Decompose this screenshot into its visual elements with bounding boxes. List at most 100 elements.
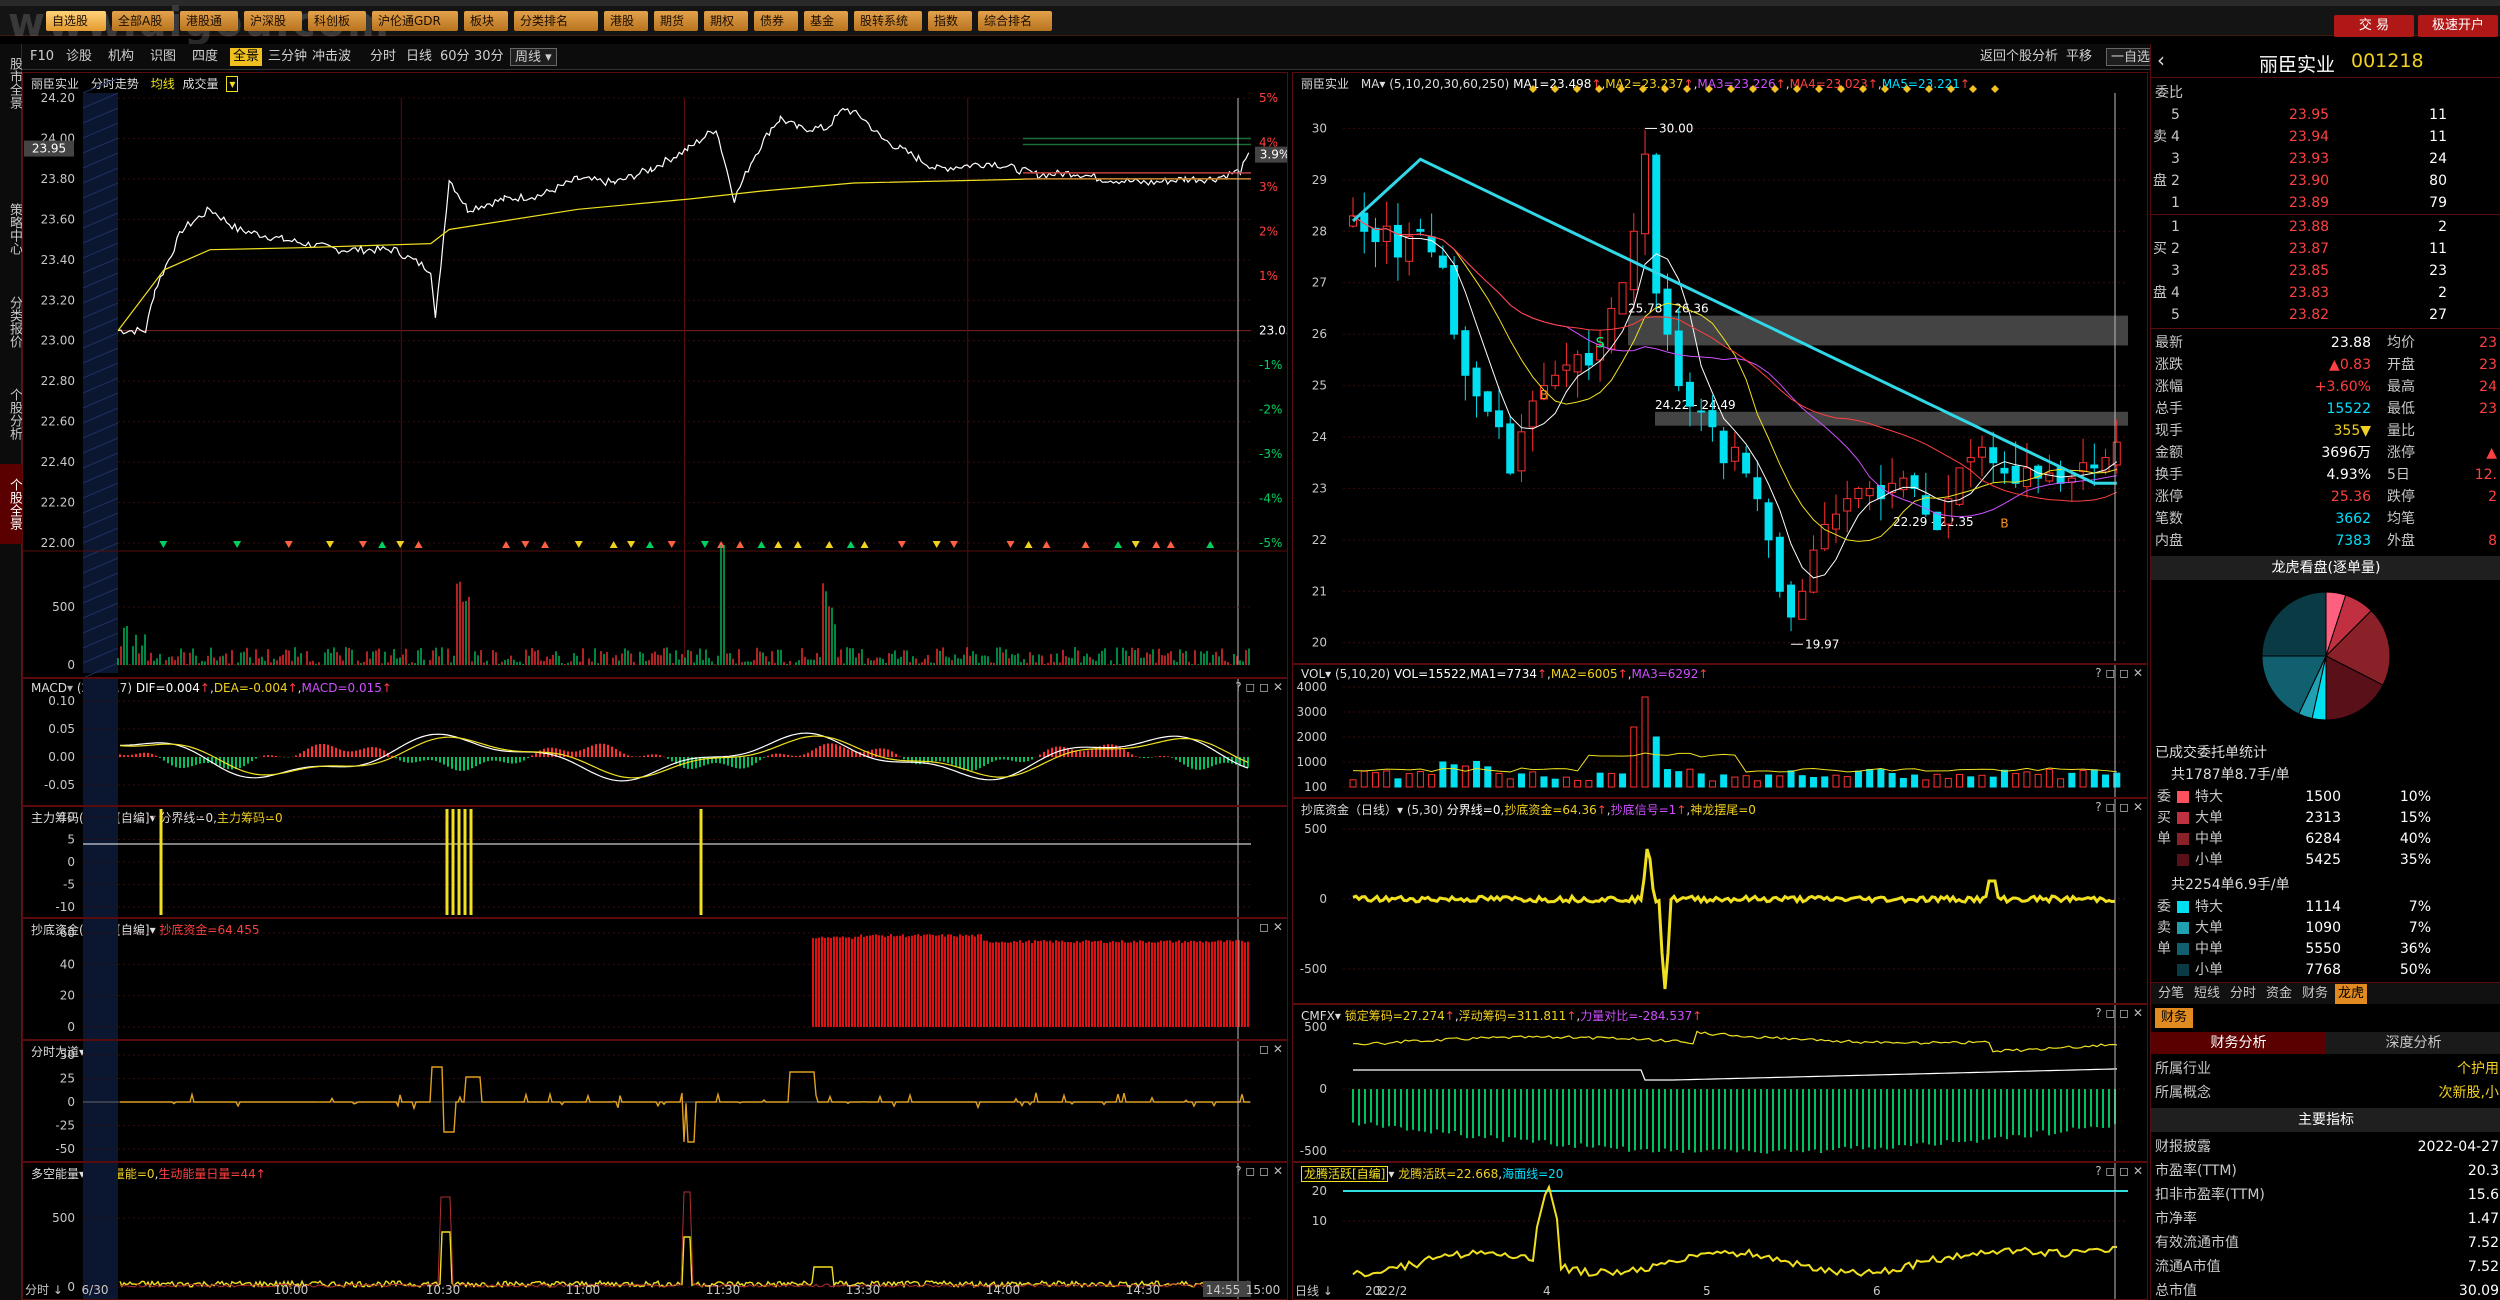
cdzj-panel[interactable]: 抄底资金(分时) [自编]▾ 抄底资金=64.455 ◻ ✕ 60 40 20 0: [22, 918, 1288, 1040]
diamond-marker: [1529, 85, 1537, 93]
sell-side-label: 盘: [2153, 173, 2167, 189]
menu-item-2[interactable]: 港股通: [180, 11, 238, 31]
kvol-bar: [2045, 768, 2053, 788]
sell-order-side: 卖: [2157, 920, 2171, 936]
quote-tab-4[interactable]: 财务: [2299, 984, 2331, 1004]
lthy-chart-svg: 20 10 2022/23 4 5 6 日线 ↓: [1295, 1163, 2128, 1299]
buy-level: 1: [2171, 219, 2180, 235]
menu-item-8[interactable]: 港股: [604, 11, 648, 31]
menu-item-13[interactable]: 股转系统: [854, 11, 922, 31]
quote-tab-2[interactable]: 分时: [2227, 984, 2259, 1004]
trade-button[interactable]: 交 易: [2334, 15, 2414, 37]
kline-panel[interactable]: 丽臣实业 MA▾ (5,10,20,30,60,250) MA1=23.498↑…: [1292, 72, 2148, 664]
kvol-bar: [1877, 768, 1885, 788]
macd-panel[interactable]: MACD▾ (20,10,7) DIF=0.004↑,DEA=-0.004↑,M…: [22, 678, 1288, 806]
kvol-bar: [1506, 778, 1514, 788]
time-label: 14:00: [986, 1283, 1021, 1297]
toolbar-right-0[interactable]: 返回个股分析: [1980, 48, 2058, 66]
diamond-marker: [1859, 85, 1867, 93]
candle-body: [1506, 423, 1515, 474]
zlcm-chart-svg: 10 5 0 -5 -10: [55, 807, 1251, 917]
menu-item-3[interactable]: 沪深股: [244, 11, 302, 31]
menu-item-5[interactable]: 沪伦通GDR: [372, 11, 458, 31]
signal-marker: [502, 541, 511, 548]
toolbar-item-7[interactable]: 冲击波: [312, 48, 351, 66]
menu-item-15[interactable]: 综合排名: [978, 11, 1052, 31]
vtab-4[interactable]: 个股全景: [0, 464, 22, 544]
toolbar-right-1[interactable]: 平移: [2066, 48, 2092, 66]
pct-tick: 3%: [1259, 180, 1278, 194]
vtab-3[interactable]: 个股分析: [0, 374, 22, 454]
fsld-panel[interactable]: 分时力道▾ 0 ◻ ✕ 50250-25-50: [22, 1040, 1288, 1162]
toolbar-item-1[interactable]: 诊股: [66, 48, 92, 66]
candle-body: [1562, 364, 1571, 371]
menu-item-4[interactable]: 科创板: [308, 11, 366, 31]
vtab-1[interactable]: 策略中心: [0, 194, 22, 264]
kcdzj-tick: 0: [1319, 892, 1327, 906]
back-chevron-icon[interactable]: ‹: [2157, 48, 2165, 72]
pct-tick: 2%: [1259, 225, 1278, 239]
dkn-panel[interactable]: 多空能量▾ 多头量能=0,生动能量日量=44↑ ? ◻ ◻ ✕ 500 0 6/30…: [22, 1162, 1288, 1300]
lo-label: 19.97: [1805, 637, 1839, 651]
quote-tab-5[interactable]: 龙虎: [2335, 984, 2368, 1004]
deep-analysis-tab[interactable]: 深度分析: [2326, 1032, 2500, 1054]
toolbar-item-10[interactable]: 60分: [440, 48, 470, 66]
kvol-bar: [1810, 777, 1818, 788]
quote-tab-3[interactable]: 资金: [2263, 984, 2295, 1004]
toolbar-item-11[interactable]: 30分: [474, 48, 504, 66]
quote-tab-0[interactable]: 分笔: [2155, 984, 2187, 1004]
stat-value: ▲0.83: [2329, 357, 2371, 373]
toolbar-item-2[interactable]: 机构: [108, 48, 134, 66]
toolbar-item-3[interactable]: 识图: [150, 48, 176, 66]
sell-order-pct: 7%: [2408, 899, 2431, 915]
menu-item-11[interactable]: 债券: [754, 11, 798, 31]
kcdzj-line: [1352, 848, 2116, 990]
diamond-marker: [1947, 85, 1955, 93]
kvol-panel[interactable]: VOL▾ (5,10,20) VOL=15522,MA1=7734↑,MA2=6…: [1292, 664, 2148, 798]
kcdzj-panel[interactable]: 抄底资金（日线）▾ (5,30) 分界线=0,抄底资金=64.36↑,抄底信号=…: [1292, 798, 2148, 1004]
time-label: 14:55: [1206, 1283, 1241, 1297]
stat-key2: 量比: [2387, 423, 2415, 439]
quote-header: ‹ 丽臣实业 001218: [2151, 44, 2500, 78]
menu-item-7[interactable]: 分类排名: [514, 11, 598, 31]
kvol-bar: [2068, 772, 2076, 788]
intraday-chart-panel[interactable]: 丽臣实业 分时走势 均线 成交量 ▾ 24.20 24.00 23.80 23.60 2…: [22, 72, 1288, 678]
buy-row: 1 23.88 2: [2151, 216, 2500, 238]
quote-tab-1[interactable]: 短线: [2191, 984, 2223, 1004]
toolbar-item-12[interactable]: 周线 ▾: [510, 48, 557, 66]
candle-body: [1719, 430, 1728, 464]
buy-row: 5 23.82 27: [2151, 304, 2500, 326]
vtab-2[interactable]: 分类报价: [0, 282, 22, 362]
toolbar-item-9[interactable]: 日线: [406, 48, 432, 66]
menu-item-6[interactable]: 板块: [464, 11, 508, 31]
toolbar-item-6[interactable]: 三分钟: [268, 48, 307, 66]
vtab-0[interactable]: 股市全景: [0, 48, 22, 118]
menu-item-14[interactable]: 指数: [928, 11, 972, 31]
cmfx-panel[interactable]: CMFX▾ 锁定筹码=27.274↑,浮动筹码=311.811↑,力量对比=-2…: [1292, 1004, 2148, 1162]
menu-item-9[interactable]: 期货: [654, 11, 698, 31]
pct-tick: -3%: [1259, 447, 1282, 461]
menu-item-12[interactable]: 基金: [804, 11, 848, 31]
menu-item-1[interactable]: 全部A股: [112, 11, 174, 31]
sell-price: 23.94: [2289, 129, 2330, 145]
finance-tab[interactable]: 财务: [2155, 1008, 2194, 1028]
toolbar-item-4[interactable]: 四度: [192, 48, 218, 66]
kvol-bar: [1529, 771, 1537, 788]
stat-key2: 均价: [2387, 335, 2415, 351]
stat-row: 总手 15522 最低 23: [2151, 398, 2500, 420]
candle-body: [1450, 265, 1459, 335]
open-account-button[interactable]: 极速开户: [2418, 15, 2498, 37]
finance-analysis-tab[interactable]: 财务分析: [2151, 1032, 2326, 1054]
signal-marker: [1206, 541, 1215, 548]
kline-tick: 24: [1312, 430, 1327, 444]
menu-item-0[interactable]: 自选股: [46, 11, 106, 31]
lthy-panel[interactable]: 龙腾活跃[自编] ▾ 龙腾活跃=22.668,海面线=20 ? ◻ ◻ ✕ 20 1…: [1292, 1162, 2148, 1300]
kvol-bar: [2090, 769, 2098, 788]
stat-value: 3662: [2335, 511, 2371, 527]
toolbar-item-0[interactable]: F10: [30, 48, 54, 66]
stat-key: 涨跌: [2155, 357, 2183, 373]
toolbar-item-8[interactable]: 分时: [370, 48, 396, 66]
zlcm-panel[interactable]: 主力筹码(分时) [自编]▾ 分界线=0,主力筹码=0 10 5 0 -5 -10: [22, 806, 1288, 918]
toolbar-item-5[interactable]: 全景: [230, 48, 263, 66]
menu-item-10[interactable]: 期权: [704, 11, 748, 31]
